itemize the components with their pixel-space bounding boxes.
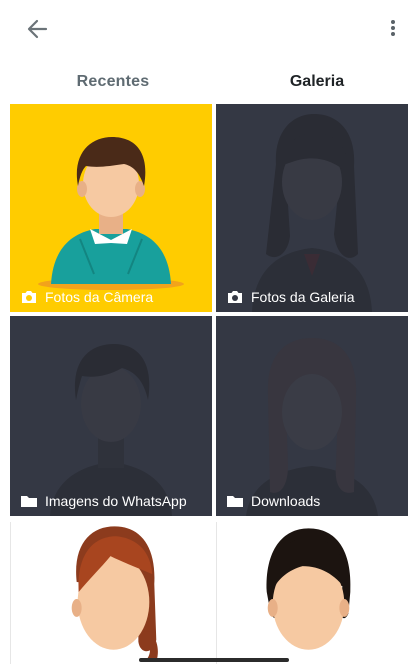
album-label: Fotos da Galeria [226,289,355,305]
album-tile-camera[interactable]: Fotos da Câmera [10,104,212,312]
app-bar [0,0,408,58]
album-label: Fotos da Câmera [20,289,153,305]
folder-icon [21,496,37,507]
album-label: Downloads [226,493,320,509]
album-tile-gallery[interactable]: Fotos da Galeria [216,104,408,312]
person-avatar-silhouette [50,344,172,516]
female-avatar-illustration [71,526,158,662]
camera-icon [22,291,36,303]
album-name: Downloads [251,493,321,509]
female-avatar-silhouette [252,114,372,312]
album-tile-whatsapp[interactable]: Imagens do WhatsApp [10,316,212,516]
photo-tile[interactable] [10,522,212,664]
arrow-left-icon [27,19,48,39]
male-avatar-illustration [38,137,184,290]
photo-tile[interactable] [216,522,408,664]
album-label: Imagens do WhatsApp [20,493,187,509]
female-avatar-illustration [266,528,351,650]
album-name: Imagens do WhatsApp [45,493,187,509]
album-grid: Fotos da Câmera Fotos da Galeria Imagens… [0,102,408,664]
camera-icon [228,291,242,303]
back-button[interactable] [22,14,54,44]
tab-recentes[interactable]: Recentes [0,60,226,102]
album-tile-downloads[interactable]: Downloads [216,316,408,516]
folder-icon [227,496,243,507]
more-options-button[interactable] [382,14,404,44]
album-name: Fotos da Galeria [251,289,355,305]
album-name: Fotos da Câmera [45,289,154,305]
more-vertical-icon [391,20,395,36]
tab-galeria[interactable]: Galeria [226,60,408,102]
home-indicator [139,658,289,662]
female-avatar-silhouette [246,338,378,516]
tab-bar: Recentes Galeria [0,60,408,102]
